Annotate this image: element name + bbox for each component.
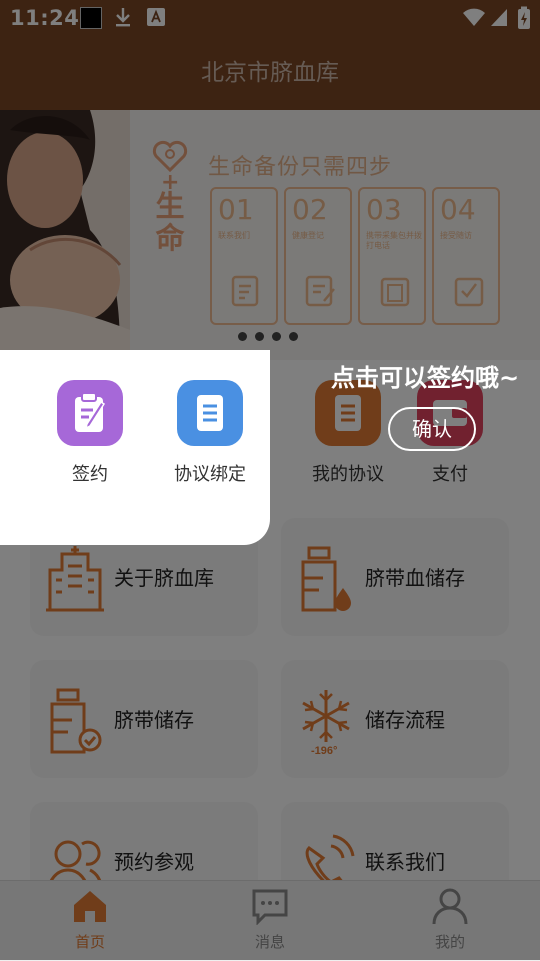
confirm-button[interactable]: 确认 — [388, 407, 476, 451]
menu-label: 协议绑定 — [174, 464, 246, 485]
document-icon — [177, 380, 243, 446]
contract-icon — [57, 380, 123, 446]
menu-bind-agreement[interactable]: 协议绑定 — [155, 380, 265, 486]
guide-tip: 点击可以签约哦~ — [331, 364, 520, 392]
menu-sign-contract[interactable]: 签约 — [35, 380, 145, 486]
menu-label: 签约 — [72, 464, 108, 485]
